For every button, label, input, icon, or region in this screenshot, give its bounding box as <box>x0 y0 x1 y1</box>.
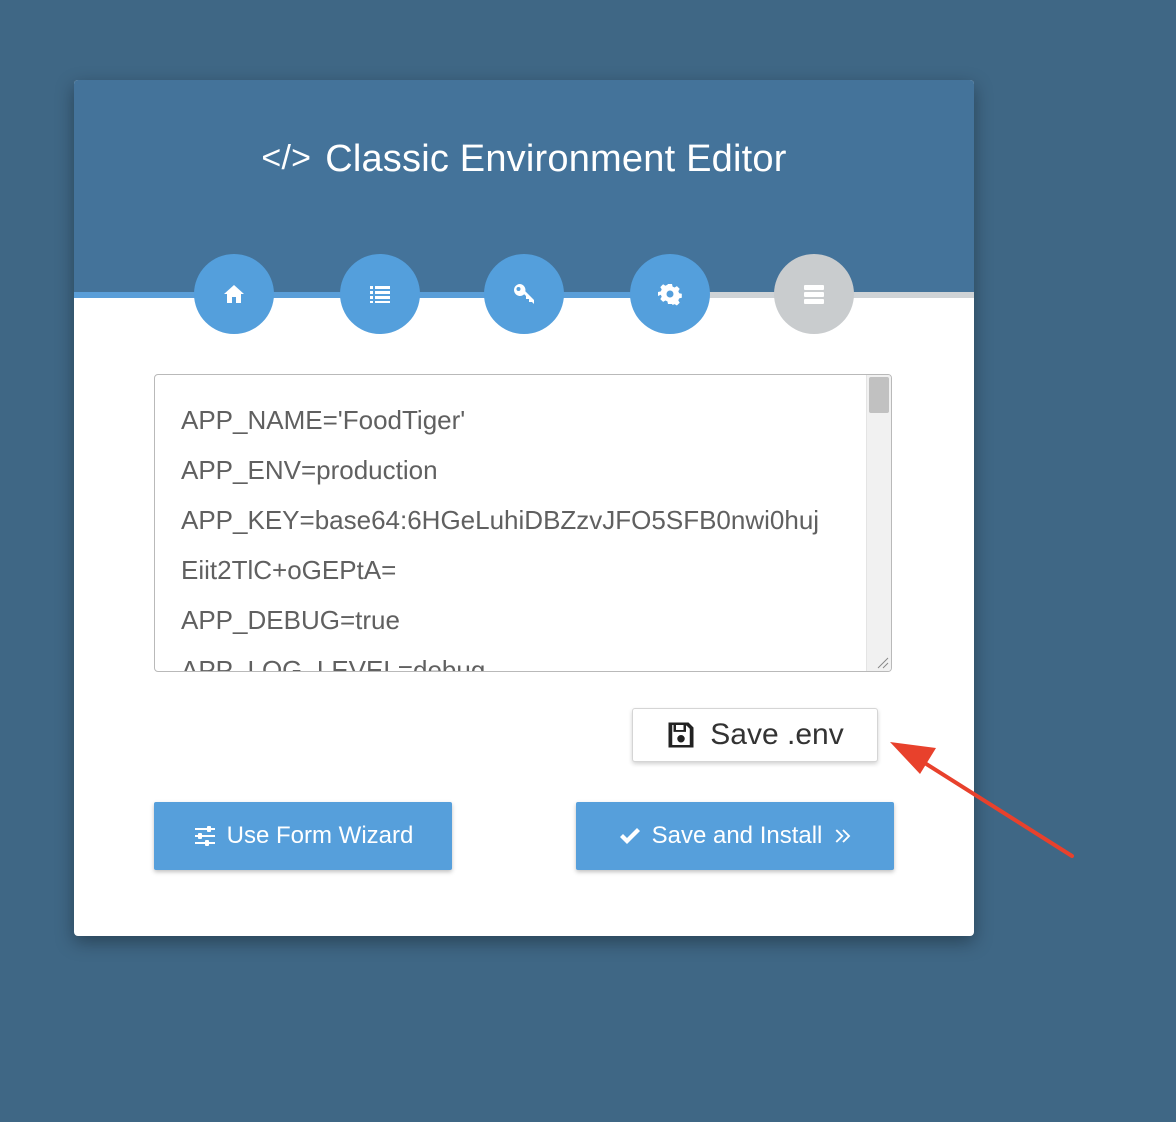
step-home[interactable] <box>194 254 274 334</box>
scrollbar-thumb[interactable] <box>869 377 889 413</box>
env-line: APP_LOG_LEVEL=debug <box>181 655 486 672</box>
env-line: APP_ENV=production <box>181 455 438 485</box>
step-permissions[interactable] <box>484 254 564 334</box>
code-icon: </> <box>261 139 312 177</box>
env-line: Eiit2TlC+oGEPtA= <box>181 555 397 585</box>
annotation-arrow-icon <box>890 742 1074 858</box>
env-content[interactable]: APP_NAME='FoodTiger' APP_ENV=production … <box>181 395 871 672</box>
key-icon <box>514 284 534 304</box>
resize-grip-icon[interactable] <box>875 655 889 669</box>
env-line: APP_NAME='FoodTiger' <box>181 405 466 435</box>
check-icon <box>619 828 640 844</box>
page-title-text: Classic Environment Editor <box>325 138 787 180</box>
env-line: APP_DEBUG=true <box>181 605 400 635</box>
textarea-scrollbar[interactable] <box>866 375 891 671</box>
env-line: APP_KEY=base64:6HGeLuhiDBZzvJFO5SFB0nwi0… <box>181 505 820 535</box>
list-icon <box>370 286 390 303</box>
use-form-wizard-button[interactable]: Use Form Wizard <box>154 802 452 870</box>
use-form-wizard-label: Use Form Wizard <box>226 822 414 849</box>
save-and-install-label: Save and Install <box>651 822 823 849</box>
double-chevron-right-icon <box>835 829 851 843</box>
step-requirements[interactable] <box>340 254 420 334</box>
save-env-button[interactable]: Save .env <box>632 708 878 762</box>
gear-icon <box>658 284 682 306</box>
env-textarea[interactable]: APP_NAME='FoodTiger' APP_ENV=production … <box>154 374 892 672</box>
step-environment[interactable] <box>630 254 710 334</box>
step-final[interactable] <box>774 254 854 334</box>
server-icon <box>804 285 824 304</box>
page-title: </> Classic Environment Editor <box>74 138 974 181</box>
sliders-icon <box>194 826 215 846</box>
home-icon <box>224 285 244 303</box>
floppy-disk-icon <box>668 722 694 748</box>
installer-card: </> Classic Environment Editor APP_NAME=… <box>74 80 974 936</box>
save-and-install-button[interactable]: Save and Install <box>576 802 894 870</box>
save-env-label: Save .env <box>710 718 844 751</box>
